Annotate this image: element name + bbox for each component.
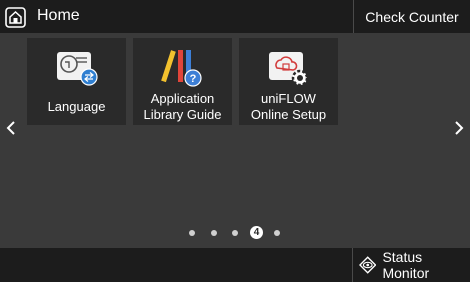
tile-label: uniFLOW Online Setup xyxy=(250,91,327,122)
uniflow-setup-icon xyxy=(239,48,338,88)
language-icon xyxy=(27,48,126,88)
page-title: Home xyxy=(37,7,80,24)
check-counter-button[interactable]: Check Counter xyxy=(353,0,470,33)
page-dot[interactable] xyxy=(189,230,195,236)
home-icon[interactable] xyxy=(5,7,26,28)
tile-application-library-guide[interactable]: ? Application Library Guide xyxy=(133,38,232,125)
page-dot[interactable] xyxy=(232,230,238,236)
page-dot[interactable] xyxy=(274,230,280,236)
status-monitor-label: Status Monitor xyxy=(382,249,430,281)
chevron-right-icon[interactable] xyxy=(453,120,465,136)
page-indicator: 4 xyxy=(180,226,290,240)
page-dot[interactable] xyxy=(211,230,217,236)
bottom-bar: Status Monitor xyxy=(0,248,470,282)
chevron-left-icon[interactable] xyxy=(5,120,17,136)
tile-label: Language xyxy=(47,99,106,114)
tile-language[interactable]: Language xyxy=(27,38,126,125)
top-bar: Home Check Counter xyxy=(0,0,470,33)
tile-uniflow-online-setup[interactable]: uniFLOW Online Setup xyxy=(239,38,338,125)
tile-label: Application Library Guide xyxy=(143,91,222,122)
svg-text:?: ? xyxy=(190,73,197,85)
page-dot-current: 4 xyxy=(250,226,263,239)
status-monitor-button[interactable]: Status Monitor xyxy=(352,248,470,282)
library-guide-icon: ? xyxy=(133,48,232,88)
status-monitor-icon xyxy=(359,256,377,274)
